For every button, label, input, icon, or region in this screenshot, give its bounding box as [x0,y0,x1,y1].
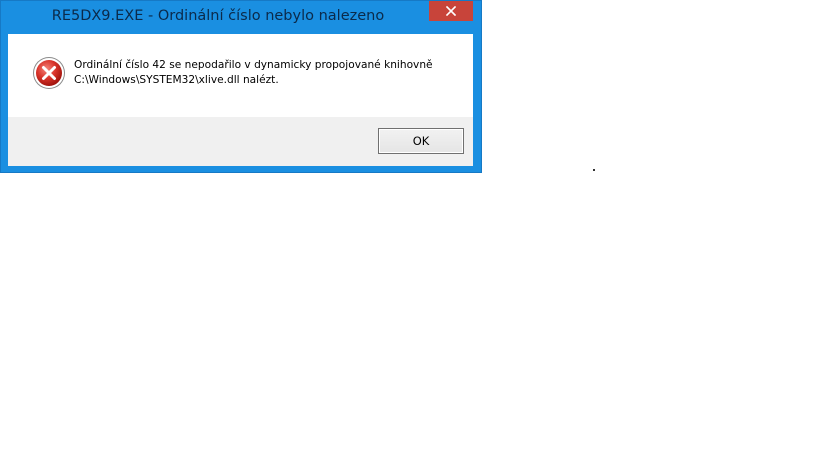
close-button[interactable] [429,1,473,21]
close-icon [446,6,456,16]
message-area: Ordinální číslo 42 se nepodařilo v dynam… [8,34,473,117]
error-message: Ordinální číslo 42 se nepodařilo v dynam… [74,58,433,88]
dialog-body: Ordinální číslo 42 se nepodařilo v dynam… [8,34,473,166]
window-title: RE5DX9.EXE - Ordinální číslo nebylo nale… [51,8,385,24]
error-dialog: RE5DX9.EXE - Ordinální číslo nebylo nale… [0,0,482,173]
error-icon [33,57,65,89]
error-message-line-1: Ordinální číslo 42 se nepodařilo v dynam… [74,59,433,71]
stray-pixel [593,169,595,171]
title-bar[interactable]: RE5DX9.EXE - Ordinální číslo nebylo nale… [1,1,481,34]
ok-button[interactable]: OK [378,128,464,154]
error-message-line-2: C:\Windows\SYSTEM32\xlive.dll nalézt. [74,74,279,86]
